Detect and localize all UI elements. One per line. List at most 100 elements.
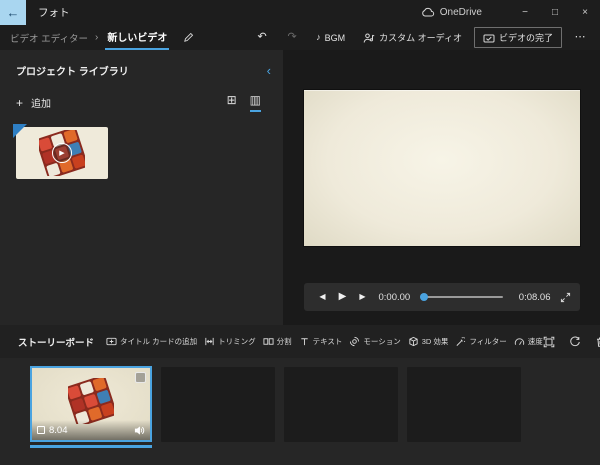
split-label: 分割 [277,336,292,347]
more-icon: ⋯ [575,32,586,43]
clip-selection-underline [30,445,152,448]
cloud-icon [421,7,435,18]
storyboard-empty-slot [407,367,521,442]
minimize-button[interactable]: − [510,0,540,25]
seek-slider[interactable] [420,296,503,298]
breadcrumb-project-name[interactable]: 新しいビデオ [105,25,169,50]
project-library-panel: プロジェクト ライブラリ ‹ + 追加 ⊞ ▥ [0,50,283,325]
storyboard-empty-slot [161,367,275,442]
finish-video-button[interactable]: ビデオの完了 [474,27,562,48]
pencil-icon [183,32,194,43]
text-button[interactable]: テキスト [299,336,343,347]
rotate-button[interactable] [569,336,581,348]
maximize-button[interactable]: □ [540,0,570,25]
speedometer-icon [514,336,525,347]
redo-icon: ↷ [287,32,296,43]
column-view-icon: ▥ [250,93,261,107]
previous-frame-icon: ◀ [319,293,325,301]
seek-slider-thumb[interactable] [420,293,428,301]
next-frame-icon: ▶ [359,293,365,301]
bgm-button[interactable]: ♪ BGM [310,30,351,46]
custom-audio-button[interactable]: カスタム オーディオ [357,28,468,47]
project-library-header: プロジェクト ライブラリ ‹ [0,50,283,78]
grid-view-button[interactable]: ⊞ [227,93,237,112]
clip-checkbox[interactable] [135,372,146,383]
volume-button[interactable] [134,425,145,436]
storyboard-toolbar: ストーリーボード タイトル カードの追加 トリミング [0,325,600,358]
remove-black-bars-button[interactable] [543,336,555,348]
plus-icon: + [16,97,23,109]
effects-3d-label: 3D 効果 [422,336,449,347]
custom-audio-label: カスタム オーディオ [379,31,462,44]
split-icon [263,336,274,347]
storyboard-title: ストーリーボード [18,335,94,349]
play-icon: ▶ [339,292,347,302]
trim-icon [204,336,215,347]
video-preview-frame [304,90,580,246]
text-label: テキスト [313,336,343,347]
main-area: プロジェクト ライブラリ ‹ + 追加 ⊞ ▥ [0,50,600,325]
chevron-right-icon: › [95,32,98,43]
effects-3d-button[interactable]: 3D 効果 [408,336,449,347]
play-triangle-icon: ▶ [59,150,64,157]
storyboard-clip-selected[interactable]: 8.04 [30,366,152,442]
fullscreen-button[interactable] [560,292,571,303]
project-library-toolbar: + 追加 ⊞ ▥ [0,78,283,112]
add-media-button[interactable]: + 追加 [16,95,51,110]
project-library-title: プロジェクト ライブラリ [16,63,129,78]
clip-duration: 8.04 [49,425,68,436]
speed-button[interactable]: 速度 [514,336,543,347]
storyboard-section: ストーリーボード タイトル カードの追加 トリミング [0,325,600,465]
close-button[interactable]: × [570,0,600,25]
undo-icon: ↶ [257,32,266,43]
filter-button[interactable]: フィルター [455,336,506,347]
motion-label: モーション [363,336,400,347]
speed-label: 速度 [528,336,543,347]
delete-button[interactable] [595,336,600,348]
back-button[interactable]: ← [0,0,26,25]
previous-frame-button[interactable]: ◀ [313,293,333,301]
redo-button[interactable]: ↷ [280,32,304,43]
storyboard-tools: タイトル カードの追加 トリミング 分割 [106,336,543,347]
minimize-icon: − [522,8,528,18]
play-overlay-icon: ▶ [52,143,72,163]
music-note-icon: ♪ [316,33,321,42]
project-fold-icon [13,124,27,138]
preview-pane: ◀ ▶ ▶ 0:00.00 0:08.06 [283,50,600,325]
rotate-icon [569,336,581,348]
motion-button[interactable]: モーション [349,336,400,347]
undo-button[interactable]: ↶ [250,32,274,43]
finish-video-icon [483,32,495,44]
command-bar: ビデオ エディター › 新しいビデオ ↶ ↷ ♪ BGM カスタム オー [0,25,600,50]
breadcrumb-video-editor[interactable]: ビデオ エディター [10,31,88,45]
bgm-label: BGM [325,33,346,43]
trim-button[interactable]: トリミング [204,336,256,347]
trim-label: トリミング [218,336,256,347]
clip-frame-icon [37,426,45,434]
cube-3d-icon [408,336,419,347]
back-arrow-icon: ← [7,6,20,19]
app-title: フォト [38,5,70,20]
filter-wand-icon [455,336,466,347]
rename-project-button[interactable] [183,32,194,43]
rubiks-cube-thumbnail [68,378,114,424]
trash-icon [595,336,600,348]
more-options-button[interactable]: ⋯ [568,32,592,43]
split-button[interactable]: 分割 [263,336,292,347]
collapse-panel-button[interactable]: ‹ [267,64,271,77]
column-view-button[interactable]: ▥ [250,93,261,112]
library-video-item[interactable]: ▶ [16,127,108,179]
photos-app-window: ← フォト OneDrive − □ × [0,0,600,465]
onedrive-label: OneDrive [440,7,482,18]
add-title-card-button[interactable]: タイトル カードの追加 [106,336,197,347]
grid-view-icon: ⊞ [227,93,237,107]
onedrive-status[interactable]: OneDrive [421,7,482,18]
maximize-icon: □ [552,8,558,18]
play-button[interactable]: ▶ [333,292,353,302]
playback-controls: ◀ ▶ ▶ 0:00.00 0:08.06 [304,283,580,311]
next-frame-button[interactable]: ▶ [353,293,373,301]
storyboard-strip: 8.04 [0,358,600,465]
fullscreen-icon [560,292,571,303]
custom-audio-icon [363,32,375,44]
title-card-icon [106,336,117,347]
